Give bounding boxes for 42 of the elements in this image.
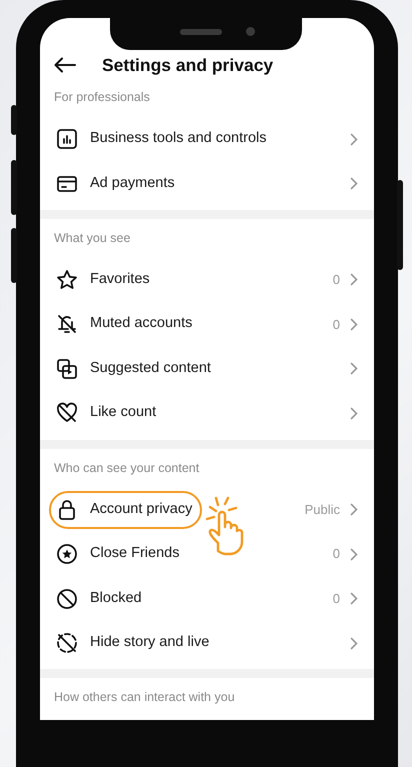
setting-label[interactable]: Favorites [90,268,150,291]
chart-icon [56,128,78,150]
setting-label[interactable]: Account privacy [90,498,192,520]
setting-label[interactable]: Like count [90,402,156,424]
setting-label[interactable]: Close Friends [90,543,180,565]
chevron-icon[interactable] [350,273,358,286]
chevron-icon[interactable] [350,636,358,650]
page-title: Settings and privacy [102,54,274,77]
chevron-icon[interactable] [350,318,358,331]
chevron-icon[interactable] [350,362,358,376]
star-circle-icon [56,543,78,565]
heart-off-icon [56,402,78,424]
blocked-icon [56,588,78,610]
setting-value: 0 [332,316,340,334]
setting-label[interactable]: Business tools and controls [90,128,267,150]
setting-label[interactable]: Ad payments [90,172,175,194]
camera-dot [246,27,255,36]
setting-value: 0 [332,545,340,564]
speaker-slot [180,29,222,35]
media-icon [56,358,78,380]
setting-label[interactable]: Blocked [90,588,142,610]
chevron-icon[interactable] [350,503,358,516]
chevron-icon[interactable] [350,132,358,146]
lock-icon [56,498,78,520]
setting-value: Public [304,500,340,519]
chevron-icon[interactable] [350,548,358,560]
setting-label[interactable]: Suggested content [90,358,211,380]
star-icon [56,268,78,291]
section-heading: For professionals [53,89,151,106]
dashed-circle-icon [56,632,78,654]
chevron-icon[interactable] [350,592,358,605]
section-heading: Who can see your content [53,460,200,477]
setting-label[interactable]: Hide story and live [90,632,210,654]
setting-value: 0 [332,590,340,608]
setting-value: 0 [332,271,340,289]
section-heading: How others can interact with you [53,689,236,706]
chevron-icon[interactable] [350,177,358,190]
section-heading: What you see [53,230,132,247]
back-arrow-icon[interactable] [54,57,76,73]
bell-off-icon [56,313,78,336]
chevron-icon[interactable] [350,406,358,420]
setting-label[interactable]: Muted accounts [90,313,192,336]
